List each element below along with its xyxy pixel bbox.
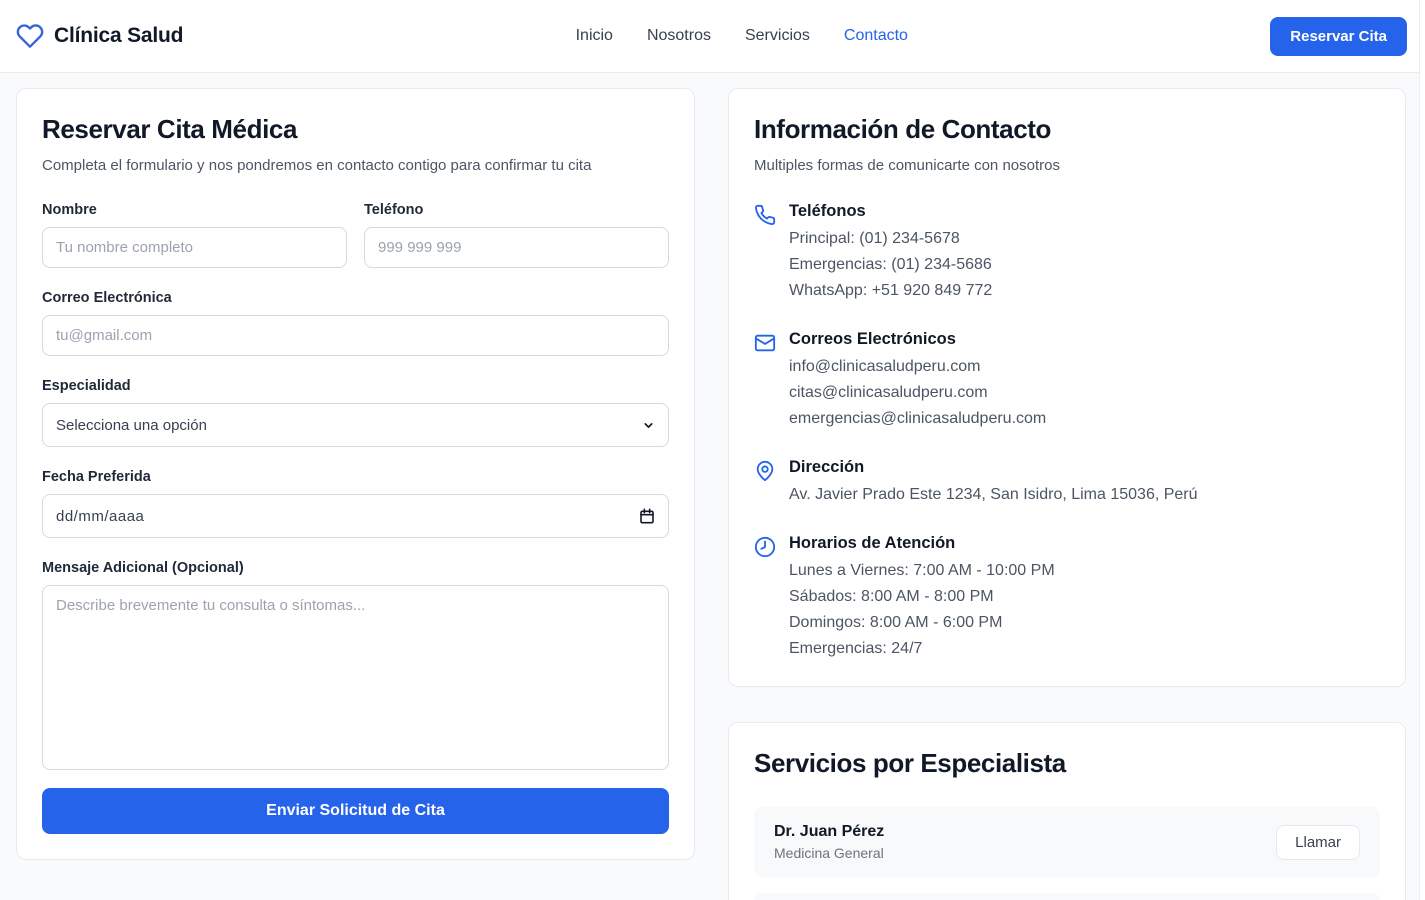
email-line-emergencias: emergencias@clinicasaludperu.com bbox=[789, 406, 1046, 432]
specialist-row: Dr. Juan Pérez Medicina General Llamar bbox=[754, 807, 1380, 877]
chevron-down-icon bbox=[642, 419, 655, 432]
specialists-card: Servicios por Especialista Dr. Juan Pére… bbox=[728, 722, 1406, 900]
reservar-cita-button[interactable]: Reservar Cita bbox=[1270, 17, 1407, 56]
phone-line-whatsapp: WhatsApp: +51 920 849 772 bbox=[789, 278, 992, 304]
specialist-specialty: Medicina General bbox=[774, 845, 884, 861]
phone-icon bbox=[754, 202, 776, 304]
heart-icon bbox=[16, 22, 44, 50]
contact-info-subtitle: Multiples formas de comunicarte con noso… bbox=[754, 157, 1380, 174]
message-field-group: Mensaje Adicional (Opcional) bbox=[42, 560, 669, 775]
contact-section-title: Teléfonos bbox=[789, 202, 992, 221]
email-field-group: Correo Electrónica bbox=[42, 290, 669, 356]
hours-line-emergencies: Emergencias: 24/7 bbox=[789, 636, 1055, 662]
specialty-label: Especialidad bbox=[42, 378, 669, 394]
specialist-row-partial bbox=[754, 893, 1380, 900]
calendar-icon[interactable] bbox=[639, 508, 655, 524]
email-line-citas: citas@clinicasaludperu.com bbox=[789, 380, 1046, 406]
name-field-group: Nombre bbox=[42, 202, 347, 268]
specialty-select[interactable]: Selecciona una opción bbox=[42, 403, 669, 447]
hours-line-sundays: Domingos: 8:00 AM - 6:00 PM bbox=[789, 610, 1055, 636]
name-input[interactable] bbox=[42, 227, 347, 268]
message-textarea[interactable] bbox=[42, 585, 669, 770]
message-label: Mensaje Adicional (Opcional) bbox=[42, 560, 669, 576]
contact-sections: Teléfonos Principal: (01) 234-5678 Emerg… bbox=[754, 202, 1380, 662]
contact-info-card: Información de Contacto Multiples formas… bbox=[728, 88, 1406, 687]
phone-label: Teléfono bbox=[364, 202, 669, 218]
nav-link-inicio[interactable]: Inicio bbox=[576, 27, 613, 45]
address-line: Av. Javier Prado Este 1234, San Isidro, … bbox=[789, 482, 1198, 508]
main-nav: Inicio Nosotros Servicios Contacto bbox=[546, 27, 908, 45]
phone-field-group: Teléfono bbox=[364, 202, 669, 268]
contact-section-body: Dirección Av. Javier Prado Este 1234, Sa… bbox=[789, 458, 1198, 508]
submit-appointment-button[interactable]: Enviar Solicitud de Cita bbox=[42, 788, 669, 834]
booking-form-card: Reservar Cita Médica Completa el formula… bbox=[16, 88, 695, 860]
name-label: Nombre bbox=[42, 202, 347, 218]
contact-section-title: Correos Electrónicos bbox=[789, 330, 1046, 349]
phone-line-principal: Principal: (01) 234-5678 bbox=[789, 226, 992, 252]
hours-line-saturdays: Sábados: 8:00 AM - 8:00 PM bbox=[789, 584, 1055, 610]
email-input[interactable] bbox=[42, 315, 669, 356]
email-label: Correo Electrónica bbox=[42, 290, 669, 306]
contact-info-title: Información de Contacto bbox=[754, 114, 1380, 145]
date-input[interactable]: dd/mm/aaaa bbox=[42, 494, 669, 538]
nav-link-contacto[interactable]: Contacto bbox=[844, 27, 908, 45]
specialty-field-group: Especialidad Selecciona una opción bbox=[42, 378, 669, 447]
contact-section-body: Correos Electrónicos info@clinicasaludpe… bbox=[789, 330, 1046, 432]
nav-link-nosotros[interactable]: Nosotros bbox=[647, 27, 711, 45]
right-column: Información de Contacto Multiples formas… bbox=[728, 88, 1406, 900]
contact-section-hours: Horarios de Atención Lunes a Viernes: 7:… bbox=[754, 534, 1380, 662]
clock-icon bbox=[754, 534, 776, 662]
email-line-info: info@clinicasaludperu.com bbox=[789, 354, 1046, 380]
contact-section-body: Teléfonos Principal: (01) 234-5678 Emerg… bbox=[789, 202, 992, 304]
date-input-value: dd/mm/aaaa bbox=[56, 508, 144, 525]
call-button[interactable]: Llamar bbox=[1276, 825, 1360, 860]
nav-link-servicios[interactable]: Servicios bbox=[745, 27, 810, 45]
mail-icon bbox=[754, 330, 776, 432]
contact-section-emails: Correos Electrónicos info@clinicasaludpe… bbox=[754, 330, 1380, 432]
brand-name: Clínica Salud bbox=[54, 24, 183, 48]
booking-form-subtitle: Completa el formulario y nos pondremos e… bbox=[42, 157, 669, 174]
contact-section-address: Dirección Av. Javier Prado Este 1234, Sa… bbox=[754, 458, 1380, 508]
date-label: Fecha Preferida bbox=[42, 469, 669, 485]
main-content: Reservar Cita Médica Completa el formula… bbox=[0, 73, 1425, 900]
date-field-group: Fecha Preferida dd/mm/aaaa bbox=[42, 469, 669, 538]
contact-section-title: Horarios de Atención bbox=[789, 534, 1055, 553]
phone-input[interactable] bbox=[364, 227, 669, 268]
hours-line-weekdays: Lunes a Viernes: 7:00 AM - 10:00 PM bbox=[789, 558, 1055, 584]
contact-section-title: Dirección bbox=[789, 458, 1198, 477]
booking-form-title: Reservar Cita Médica bbox=[42, 114, 669, 145]
specialist-name: Dr. Juan Pérez bbox=[774, 823, 884, 841]
phone-line-emergencias: Emergencias: (01) 234-5686 bbox=[789, 252, 992, 278]
brand[interactable]: Clínica Salud bbox=[16, 22, 183, 50]
contact-section-body: Horarios de Atención Lunes a Viernes: 7:… bbox=[789, 534, 1055, 662]
map-pin-icon bbox=[754, 458, 776, 508]
specialist-info: Dr. Juan Pérez Medicina General bbox=[774, 823, 884, 861]
header: Clínica Salud Inicio Nosotros Servicios … bbox=[0, 0, 1425, 73]
scrollbar[interactable] bbox=[1419, 0, 1425, 900]
specialists-title: Servicios por Especialista bbox=[754, 748, 1380, 779]
booking-form: Nombre Teléfono Correo Electrónica Espec… bbox=[42, 202, 669, 834]
contact-section-phones: Teléfonos Principal: (01) 234-5678 Emerg… bbox=[754, 202, 1380, 304]
specialty-select-value: Selecciona una opción bbox=[56, 417, 207, 434]
